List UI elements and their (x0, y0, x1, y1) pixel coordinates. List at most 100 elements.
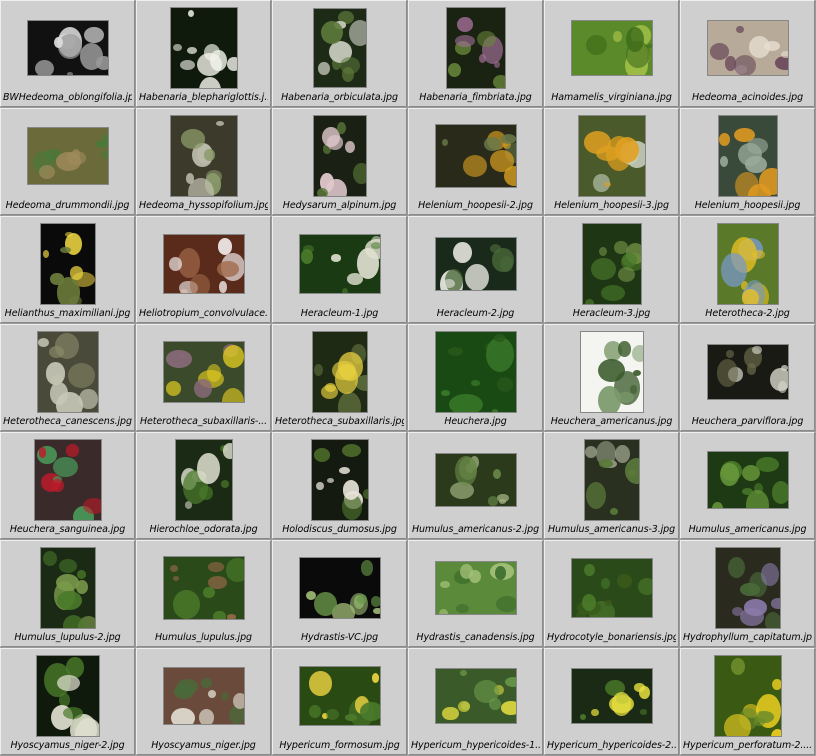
thumbnail-frame (137, 113, 270, 199)
thumbnail-cell[interactable]: Heracleum-3.jpg (544, 216, 679, 323)
thumbnail-image-icon[interactable] (27, 128, 108, 184)
thumbnail-cell[interactable]: Humulus_americanus-2.jpg (408, 432, 543, 539)
thumbnail-frame (409, 221, 542, 307)
thumbnail-cell[interactable]: Hypericum_hypericoides-2... (544, 648, 679, 755)
thumbnail-cell[interactable]: Humulus_americanus-3.jpg (544, 432, 679, 539)
thumbnail-texture (474, 680, 499, 703)
thumbnail-cell[interactable]: Heuchera.jpg (408, 324, 543, 431)
thumbnail-cell[interactable]: Heliotropium_convolvulace... (136, 216, 271, 323)
thumbnail-image-icon[interactable] (175, 440, 232, 520)
thumbnail-cell[interactable]: Heuchera_sanguinea.jpg (0, 432, 135, 539)
thumbnail-image-icon[interactable] (707, 452, 788, 508)
thumbnail-image-icon[interactable] (435, 238, 516, 290)
thumbnail-frame (1, 221, 134, 307)
thumbnail-cell[interactable]: Hypericum_perforatum-2.... (680, 648, 815, 755)
thumbnail-image-icon[interactable] (36, 656, 99, 736)
thumbnail-cell[interactable]: Holodiscus_dumosus.jpg (272, 432, 407, 539)
thumbnail-image-icon[interactable] (313, 116, 366, 196)
thumbnail-cell[interactable]: Helenium_hoopesii.jpg (680, 108, 815, 215)
thumbnail-image-icon[interactable] (578, 116, 645, 196)
thumbnail-cell[interactable]: Habenaria_fimbriata.jpg (408, 0, 543, 107)
thumbnail-filename-label: Heracleum-3.jpg (572, 308, 651, 319)
thumbnail-texture (190, 274, 211, 293)
thumbnail-image-icon[interactable] (163, 342, 244, 402)
thumbnail-image-icon[interactable] (313, 9, 366, 87)
thumbnail-image-icon[interactable] (435, 454, 516, 506)
thumbnail-cell[interactable]: Hydrophyllum_capitatum.jpg (680, 540, 815, 647)
thumbnail-texture (736, 25, 745, 33)
thumbnail-cell[interactable]: Heterotheca_subaxillaris.jpg (272, 324, 407, 431)
thumbnail-image-icon[interactable] (163, 668, 244, 724)
thumbnail-image-icon[interactable] (299, 558, 380, 618)
thumbnail-cell[interactable]: Hedeoma_drummondii.jpg (0, 108, 135, 215)
thumbnail-cell[interactable]: Hedysarum_alpinum.jpg (272, 108, 407, 215)
thumbnail-image-icon[interactable] (311, 440, 368, 520)
thumbnail-cell[interactable]: Hedeoma_acinoides.jpg (680, 0, 815, 107)
thumbnail-cell[interactable]: Humulus_americanus.jpg (680, 432, 815, 539)
thumbnail-cell[interactable]: Habenaria_blephariglottis.j... (136, 0, 271, 107)
thumbnail-image-icon[interactable] (40, 548, 95, 628)
thumbnail-cell[interactable]: Heracleum-1.jpg (272, 216, 407, 323)
thumbnail-texture (770, 728, 781, 736)
thumbnail-image-icon[interactable] (715, 548, 780, 628)
thumbnail-cell[interactable]: Hamamelis_virginiana.jpg (544, 0, 679, 107)
thumbnail-image-icon[interactable] (27, 21, 108, 75)
thumbnail-image-icon[interactable] (435, 125, 516, 187)
thumbnail-cell[interactable]: Heterotheca-2.jpg (680, 216, 815, 323)
thumbnail-cell[interactable]: Heterotheca_canescens.jpg (0, 324, 135, 431)
thumbnail-image-icon[interactable] (435, 669, 516, 723)
thumbnail-cell[interactable]: Hydrocotyle_bonariensis.jpg (544, 540, 679, 647)
thumbnail-image-icon[interactable] (299, 235, 380, 293)
thumbnail-image-icon[interactable] (571, 669, 652, 723)
thumbnail-cell[interactable]: Humulus_lupulus.jpg (136, 540, 271, 647)
thumbnail-cell[interactable]: Helenium_hoopesii-2.jpg (408, 108, 543, 215)
thumbnail-image-icon[interactable] (40, 224, 95, 304)
thumbnail-image-icon[interactable] (571, 559, 652, 617)
thumbnail-texture (497, 377, 513, 393)
thumbnail-cell[interactable]: Hypericum_formosum.jpg (272, 648, 407, 755)
thumbnail-image-icon[interactable] (571, 21, 652, 75)
thumbnail-cell[interactable]: Heuchera_parviflora.jpg (680, 324, 815, 431)
thumbnail-cell[interactable]: Helenium_hoopesii-3.jpg (544, 108, 679, 215)
thumbnail-image-icon[interactable] (170, 8, 237, 88)
thumbnail-cell[interactable]: BWHedeoma_oblongifolia.jpg (0, 0, 135, 107)
thumbnail-image-icon[interactable] (299, 667, 380, 725)
thumbnail-cell[interactable]: Hyoscyamus_niger-2.jpg (0, 648, 135, 755)
thumbnail-texture (614, 136, 639, 163)
thumbnail-texture (52, 456, 78, 478)
thumbnail-image-icon[interactable] (163, 235, 244, 293)
thumbnail-image-icon[interactable] (163, 557, 244, 619)
thumbnail-image-icon[interactable] (170, 116, 237, 196)
thumbnail-image-icon[interactable] (707, 345, 788, 399)
thumbnail-cell[interactable]: Humulus_lupulus-2.jpg (0, 540, 135, 647)
thumbnail-image-icon[interactable] (718, 116, 777, 196)
thumbnail-image-icon[interactable] (717, 224, 778, 304)
thumbnail-image-icon[interactable] (435, 562, 516, 614)
thumbnail-cell[interactable]: Heracleum-2.jpg (408, 216, 543, 323)
thumbnail-image-icon[interactable] (37, 332, 98, 412)
thumbnail-cell[interactable]: Hedeoma_hyssopifolium.jpg (136, 108, 271, 215)
thumbnail-cell[interactable]: Hydrastis_canadensis.jpg (408, 540, 543, 647)
thumbnail-image-icon[interactable] (707, 21, 788, 75)
thumbnail-image-icon[interactable] (435, 332, 516, 412)
thumbnail-texture (617, 267, 635, 283)
thumbnail-cell[interactable]: Hypericum_hypericoides-1... (408, 648, 543, 755)
thumbnail-image-icon[interactable] (582, 224, 641, 304)
thumbnail-cell[interactable]: Heuchera_americanus.jpg (544, 324, 679, 431)
thumbnail-texture (177, 679, 198, 694)
thumbnail-cell[interactable]: Habenaria_orbiculata.jpg (272, 0, 407, 107)
thumbnail-texture (226, 557, 244, 582)
thumbnail-image-icon[interactable] (584, 440, 639, 520)
thumbnail-cell[interactable]: Hydrastis-VC.jpg (272, 540, 407, 647)
thumbnail-image-icon[interactable] (446, 8, 505, 88)
thumbnail-texture (493, 333, 505, 343)
thumbnail-cell[interactable]: Heterotheca_subaxillaris-... (136, 324, 271, 431)
thumbnail-cell[interactable]: Hyoscyamus_niger.jpg (136, 648, 271, 755)
thumbnail-image-icon[interactable] (34, 440, 101, 520)
thumbnail-image-icon[interactable] (714, 656, 781, 736)
thumbnail-image-icon[interactable] (312, 332, 367, 412)
thumbnail-image-icon[interactable] (580, 332, 643, 412)
thumbnail-cell[interactable]: Hierochloe_odorata.jpg (136, 432, 271, 539)
thumbnail-frame (681, 329, 814, 415)
thumbnail-cell[interactable]: Helianthus_maximiliani.jpg (0, 216, 135, 323)
